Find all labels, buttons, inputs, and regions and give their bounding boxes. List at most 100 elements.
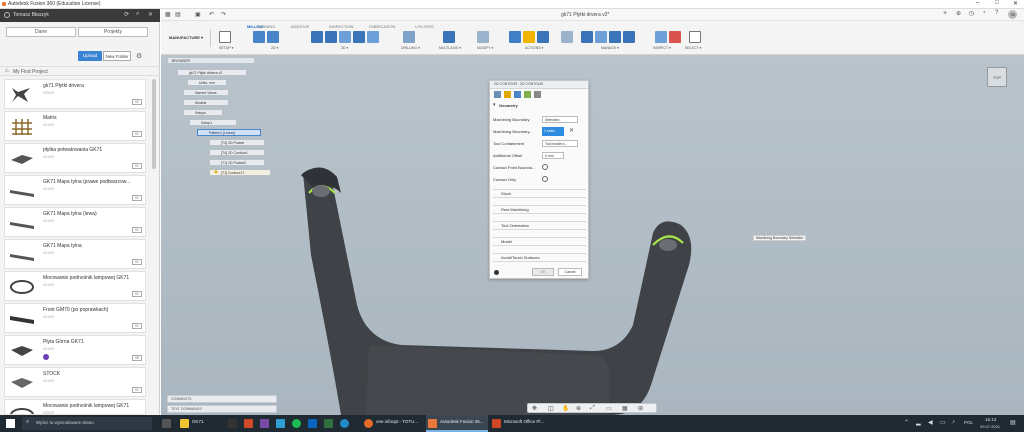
refresh-icon[interactable]: ⟳	[124, 11, 129, 18]
additional-offset-input[interactable]: 0 mm	[542, 152, 564, 159]
orbit-icon[interactable]: ✥	[532, 405, 537, 412]
3d-pocket-icon[interactable]	[325, 31, 337, 43]
generate-icon[interactable]	[509, 31, 521, 43]
browser-op-2d-contour[interactable]: [T4] 2D Contour1	[209, 149, 265, 156]
3d-contour-icon[interactable]	[367, 31, 379, 43]
list-item[interactable]: Front GM70 (po poprawkach) V1/V1 V1	[4, 303, 146, 333]
pan-icon[interactable]: ✋	[562, 405, 569, 412]
version-badge[interactable]: V1	[131, 227, 142, 233]
machine-library-icon[interactable]	[623, 31, 635, 43]
maximize-button[interactable]: □	[995, 0, 999, 6]
terminal-icon[interactable]	[228, 419, 237, 428]
extensions-icon[interactable]: ⊕	[956, 10, 961, 17]
add-tab-icon[interactable]: +	[943, 10, 947, 17]
list-item[interactable]: GK71 Mapa tylna (prawe podtwarzow... V1/…	[4, 175, 146, 205]
taskbar-item-explorer[interactable]: GK71	[192, 419, 204, 424]
language-indicator[interactable]: POL	[964, 420, 973, 425]
file-icon[interactable]: ▤	[175, 11, 181, 18]
redo-icon[interactable]: ↷	[221, 11, 226, 18]
fit-icon[interactable]: ⤢	[590, 405, 595, 412]
minimize-button[interactable]: –	[976, 0, 979, 6]
app-icon[interactable]	[260, 419, 269, 428]
tab-utilities[interactable]: UTILITIES	[415, 24, 434, 29]
post-process-icon[interactable]	[537, 31, 549, 43]
mail-icon[interactable]	[308, 419, 317, 428]
3d-parallel-icon[interactable]	[339, 31, 351, 43]
search-icon[interactable]: ⌕	[136, 11, 139, 18]
upload-button[interactable]: Upload	[78, 51, 102, 61]
tray-chevron-icon[interactable]: ⌃	[904, 419, 909, 426]
avatar[interactable]: TB	[1008, 10, 1017, 19]
browser-models[interactable]: Models	[183, 99, 229, 106]
setup-icon[interactable]	[219, 31, 231, 43]
settings-icon[interactable]: ⚙	[136, 52, 142, 60]
user-name[interactable]: Tomasz Błaszyk	[13, 12, 49, 18]
look-at-icon[interactable]: ◫	[548, 405, 554, 412]
app-icon[interactable]	[276, 419, 285, 428]
model-section[interactable]: Model	[493, 237, 586, 246]
office-icon[interactable]	[492, 419, 501, 428]
inspect-group-label[interactable]: INSPECT ▾	[653, 46, 671, 50]
passes-tab-icon[interactable]	[524, 91, 531, 98]
app-icon[interactable]	[324, 419, 333, 428]
3d-group-label[interactable]: 3D ▾	[341, 46, 348, 50]
browser-setups[interactable]: Setups	[183, 109, 223, 116]
actions-group-label[interactable]: ACTIONS ▾	[525, 46, 543, 50]
display-icon[interactable]: ▭	[940, 419, 946, 426]
app-icon[interactable]	[244, 419, 253, 428]
new-folder-button[interactable]: New Folder	[103, 51, 131, 61]
speaker-icon[interactable]: ♪	[952, 419, 955, 425]
multi-axis-icon[interactable]	[443, 31, 455, 43]
section-icon[interactable]	[669, 31, 681, 43]
canvas-viewport[interactable]: BROWSER gk71 Płytki drivera v2 Units: mm…	[161, 55, 1024, 415]
tab-additive[interactable]: ADDITIVE	[291, 24, 309, 29]
version-badge[interactable]: V1	[131, 259, 142, 265]
volume-icon[interactable]: ◀	[928, 419, 933, 426]
version-badge[interactable]: V5	[131, 355, 142, 361]
cancel-button[interactable]: Cancel	[558, 268, 582, 276]
undo-icon[interactable]: ↶	[209, 11, 214, 18]
network-icon[interactable]: ▂	[916, 419, 921, 426]
display-settings-icon[interactable]: ▭	[606, 405, 612, 412]
drilling-group-label[interactable]: DRILLING ▾	[401, 46, 420, 50]
scrollbar[interactable]	[152, 79, 156, 169]
tab-people[interactable]: Projekty	[78, 27, 148, 37]
edge-icon[interactable]	[340, 419, 349, 428]
version-badge[interactable]: V2	[131, 99, 142, 105]
list-item[interactable]: GK71 Mapa tylna (lewa) V1/V1 V1	[4, 207, 146, 237]
version-badge[interactable]: V1	[131, 195, 142, 201]
version-badge[interactable]: V1	[131, 291, 142, 297]
close-panel-icon[interactable]: ✕	[148, 11, 153, 18]
browser-named-views[interactable]: Named Views	[183, 89, 229, 96]
2d-group-label[interactable]: 2D ▾	[271, 46, 278, 50]
grid-icon[interactable]: ▦	[165, 11, 171, 18]
version-badge[interactable]: V1	[131, 163, 142, 169]
tool-orientation-section[interactable]: Tool Orientation	[493, 221, 586, 230]
drill-icon[interactable]	[403, 31, 415, 43]
tab-fabrication[interactable]: FABRICATION	[369, 24, 395, 29]
browser-units[interactable]: Units: mm	[187, 79, 227, 86]
version-badge[interactable]: V1	[131, 387, 142, 393]
workspace-selector[interactable]: MANUFACTURE ▾	[167, 29, 211, 47]
browser-op-2d-pocket[interactable]: [T4] 2D Pocket	[209, 139, 265, 146]
contact-point-boundary-checkbox[interactable]	[542, 164, 548, 170]
list-item[interactable]: Matrix V1/V1 V1	[4, 111, 146, 141]
simulate-icon[interactable]	[523, 31, 535, 43]
modify-group-label[interactable]: MODIFY ▾	[477, 46, 493, 50]
geometry-tab-icon[interactable]	[504, 91, 511, 98]
clock-time[interactable]: 16:13	[985, 417, 996, 422]
home-icon[interactable]: ⌂	[5, 68, 9, 74]
taskbar-item-firefox[interactable]: one.infoopt - TOTU...	[376, 419, 418, 424]
list-item[interactable]: STOCK V1/V1 V1	[4, 367, 146, 397]
comments-bar[interactable]: COMMENTS	[167, 395, 277, 403]
tab-turning[interactable]: TURNING	[257, 24, 275, 29]
list-item[interactable]: Mocowanie podnośnik lampowej GK71 V2/V3	[4, 399, 146, 415]
measure-icon[interactable]	[655, 31, 667, 43]
file-explorer-icon[interactable]	[180, 419, 189, 428]
select-icon[interactable]	[689, 31, 701, 43]
multi-axis-group-label[interactable]: MULTI-AXIS ▾	[439, 46, 461, 50]
help-icon[interactable]: ?	[995, 10, 998, 16]
save-icon[interactable]: ▣	[195, 11, 201, 18]
browser-op-2d-pocket2[interactable]: [T1] 2D Pocket2	[209, 159, 265, 166]
spotify-icon[interactable]	[292, 419, 301, 428]
